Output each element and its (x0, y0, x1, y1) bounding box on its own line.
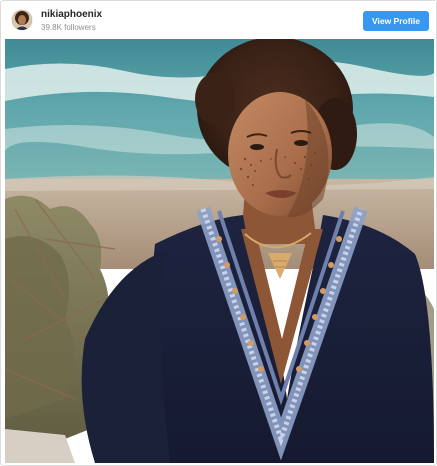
portrait-photo-image (5, 39, 434, 463)
instagram-embed: nikiaphoenix 39.8K followers View Profil… (0, 0, 437, 466)
follower-count: 39.8K followers (41, 23, 96, 32)
view-profile-button[interactable]: View Profile (363, 11, 429, 31)
profile-avatar[interactable] (12, 10, 32, 30)
user-block: nikiaphoenix 39.8K followers (41, 9, 102, 34)
avatar-photo-icon (12, 10, 32, 30)
embed-header: nikiaphoenix 39.8K followers View Profil… (1, 1, 436, 39)
post-photo[interactable] (5, 39, 434, 463)
username[interactable]: nikiaphoenix (41, 9, 102, 21)
